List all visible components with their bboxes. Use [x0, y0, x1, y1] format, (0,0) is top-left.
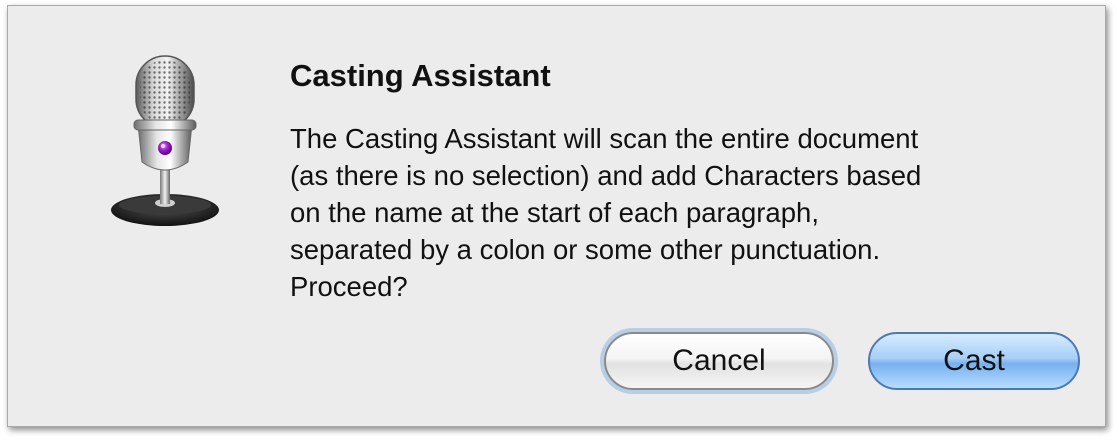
cast-button-label: Cast	[943, 344, 1005, 377]
microphone-icon	[111, 55, 219, 226]
cancel-button[interactable]: Cancel	[604, 332, 834, 390]
casting-assistant-dialog: Casting Assistant The Casting Assistant …	[7, 5, 1106, 427]
cast-button[interactable]: Cast	[868, 332, 1080, 390]
cancel-button-label: Cancel	[672, 344, 766, 377]
dialog-message: The Casting Assistant will scan the enti…	[290, 123, 922, 302]
dialog-title: Casting Assistant	[290, 58, 551, 93]
